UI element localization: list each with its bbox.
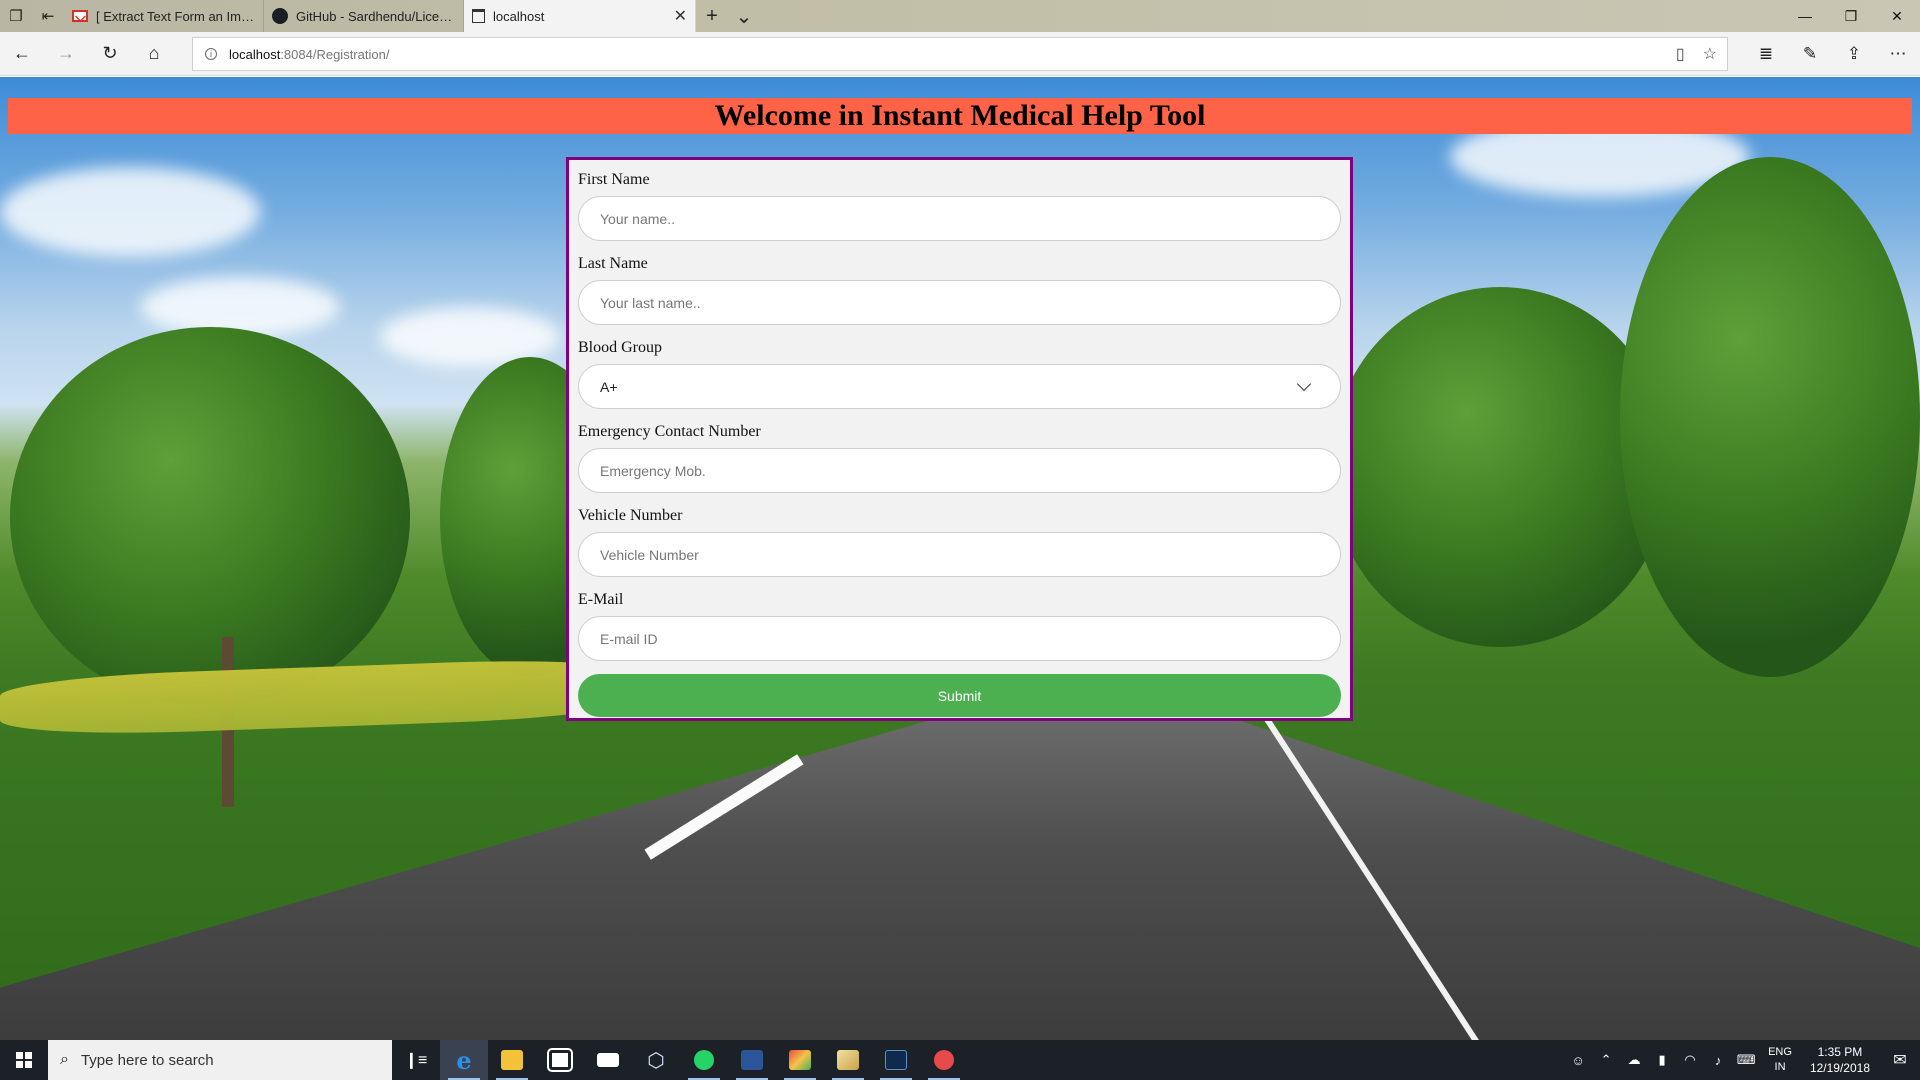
input-language[interactable]: ENG IN <box>1768 1045 1792 1075</box>
close-tab-icon[interactable]: ✕ <box>674 6 687 26</box>
favorite-star-icon[interactable]: ☆ <box>1703 44 1717 64</box>
page-title: Welcome in Instant Medical Help Tool <box>714 99 1206 132</box>
emergency-contact-label: Emergency Contact Number <box>578 423 761 440</box>
terminal-icon[interactable] <box>872 1040 920 1080</box>
tab-title: localhost <box>493 8 545 24</box>
windows-logo-icon <box>16 1052 32 1068</box>
store-icon[interactable] <box>536 1040 584 1080</box>
windows-taskbar: ⌕ Type here to search ❙≡ e ⬡ ☺ ⌃ ☁ ▮ ◠ ♪… <box>0 1040 1920 1080</box>
mail-icon[interactable] <box>584 1040 632 1080</box>
tab-title: [ Extract Text Form an Image <box>96 8 255 24</box>
restore-icon[interactable]: ❐ <box>1828 0 1874 32</box>
close-window-icon[interactable]: ✕ <box>1874 0 1920 32</box>
page-header: Welcome in Instant Medical Help Tool <box>8 98 1912 134</box>
email-input[interactable] <box>578 616 1341 661</box>
photos-icon[interactable] <box>776 1040 824 1080</box>
tab-manager-icon[interactable]: ❐ <box>0 0 32 32</box>
start-button[interactable] <box>0 1040 48 1080</box>
registration-form: First Name Last Name Blood Group A+ Emer… <box>566 157 1353 721</box>
favorites-hub-icon[interactable]: ≣ <box>1744 32 1788 76</box>
more-options-icon[interactable]: ⋯ <box>1876 32 1920 76</box>
site-info-icon[interactable]: i <box>205 48 217 60</box>
home-icon[interactable]: ⌂ <box>132 32 176 76</box>
submit-button[interactable]: Submit <box>578 674 1341 717</box>
paint-icon[interactable] <box>824 1040 872 1080</box>
tab-localhost[interactable]: localhost ✕ <box>464 0 696 32</box>
tab-title: GitHub - Sardhendu/License <box>296 8 455 24</box>
tab-gmail[interactable]: [ Extract Text Form an Image <box>64 0 264 32</box>
browser-nav-bar: ← → ↻ ⌂ i localhost:8084/Registration/ ▯… <box>0 32 1920 76</box>
share-icon[interactable]: ⇪ <box>1832 32 1876 76</box>
volume-icon[interactable]: ♪ <box>1704 1053 1732 1068</box>
3d-box-icon[interactable]: ⬡ <box>632 1040 680 1080</box>
lang-code: ENG <box>1768 1046 1792 1058</box>
address-bar[interactable]: i localhost:8084/Registration/ ▯ ☆ <box>192 37 1728 71</box>
taskbar-search[interactable]: ⌕ Type here to search <box>48 1040 392 1080</box>
first-name-label: First Name <box>578 171 650 188</box>
gmail-icon <box>72 10 88 22</box>
github-icon <box>272 8 288 24</box>
clock-date: 12/19/2018 <box>1809 1061 1870 1075</box>
people-icon[interactable]: ☺ <box>1564 1053 1592 1068</box>
url-path: :8084/Registration/ <box>280 46 390 62</box>
forward-icon[interactable]: → <box>44 32 88 76</box>
tab-github[interactable]: GitHub - Sardhendu/License <box>264 0 464 32</box>
page-viewport: Welcome in Instant Medical Help Tool Fir… <box>0 77 1920 1040</box>
task-view-icon[interactable]: ❙≡ <box>392 1040 440 1080</box>
vehicle-number-input[interactable] <box>578 532 1341 577</box>
blood-group-value: A+ <box>600 378 618 395</box>
blood-group-select[interactable]: A+ <box>578 364 1341 409</box>
file-explorer-icon[interactable] <box>488 1040 536 1080</box>
keyboard-icon[interactable]: ⌨ <box>1732 1052 1760 1068</box>
search-placeholder: Type here to search <box>80 1051 214 1069</box>
browser-tab-bar: ❐ ⇤ [ Extract Text Form an Image GitHub … <box>0 0 1920 32</box>
reading-view-icon[interactable]: ▯ <box>1676 44 1685 64</box>
system-clock[interactable]: 1:35 PM 12/19/2018 <box>1810 1044 1870 1076</box>
lang-region: IN <box>1774 1061 1786 1073</box>
url-host: localhost <box>229 46 281 62</box>
refresh-icon[interactable]: ↻ <box>88 32 132 76</box>
whatsapp-icon[interactable] <box>680 1040 728 1080</box>
first-name-input[interactable] <box>578 196 1341 241</box>
page-icon <box>472 9 485 23</box>
cloud-icon[interactable]: ☁ <box>1620 1052 1648 1068</box>
new-tab-icon[interactable]: + <box>696 0 728 32</box>
add-notes-icon[interactable]: ✎ <box>1788 32 1832 76</box>
blood-group-label: Blood Group <box>578 339 662 356</box>
wifi-icon[interactable]: ◠ <box>1676 1052 1704 1068</box>
chevron-down-icon <box>1296 376 1312 392</box>
last-name-input[interactable] <box>578 280 1341 325</box>
window-controls: — ❐ ✕ <box>1782 0 1920 32</box>
last-name-label: Last Name <box>578 255 648 272</box>
minimize-icon[interactable]: — <box>1782 0 1828 32</box>
email-label: E-Mail <box>578 591 624 608</box>
word-icon[interactable] <box>728 1040 776 1080</box>
edge-icon[interactable]: e <box>440 1040 488 1080</box>
back-icon[interactable]: ← <box>0 32 44 76</box>
set-tabs-aside-icon[interactable]: ⇤ <box>32 0 64 32</box>
show-hidden-icons-chevron-icon[interactable]: ⌃ <box>1592 1052 1620 1068</box>
action-center-icon[interactable]: ✉ <box>1880 1050 1920 1070</box>
search-icon: ⌕ <box>60 1051 69 1068</box>
snipping-tool-icon[interactable] <box>920 1040 968 1080</box>
tab-preview-chevron-icon[interactable]: ⌄ <box>728 0 760 32</box>
battery-icon[interactable]: ▮ <box>1648 1052 1676 1068</box>
emergency-contact-input[interactable] <box>578 448 1341 493</box>
system-tray: ☺ ⌃ ☁ ▮ ◠ ♪ ⌨ ENG IN 1:35 PM 12/19/2018 … <box>1564 1040 1920 1080</box>
vehicle-number-label: Vehicle Number <box>578 507 683 524</box>
clock-time: 1:35 PM <box>1817 1045 1863 1059</box>
